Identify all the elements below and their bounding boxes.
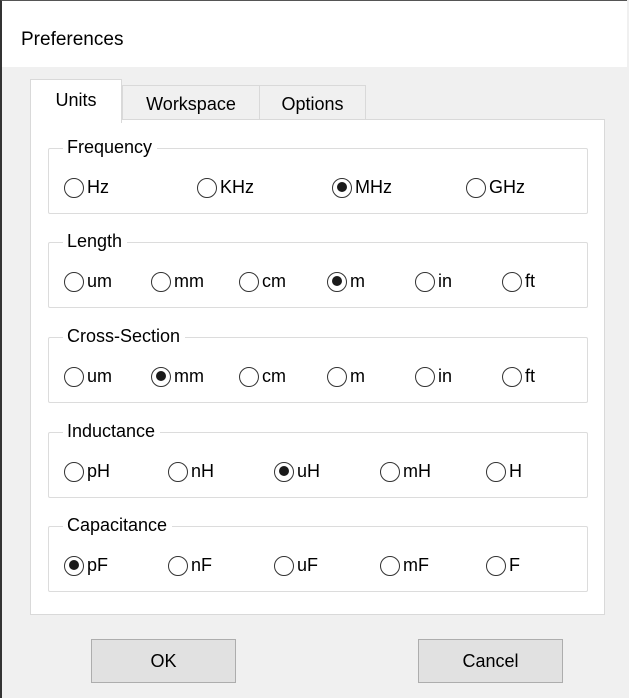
frequency-group-label: Frequency [63, 136, 158, 158]
capacitance-group: Capacitance pF nF uF mF F [48, 514, 588, 592]
cross-section-option-label: m [350, 366, 365, 386]
cross-section-radio-mm[interactable]: mm [151, 366, 204, 387]
frequency-radio-mhz[interactable]: MHz [332, 177, 392, 198]
radio-circle-icon [168, 555, 188, 576]
cross-section-option-label: ft [525, 366, 536, 386]
radio-circle-icon [380, 555, 400, 576]
radio-circle-icon [415, 271, 435, 292]
radio-checked-icon [64, 555, 84, 576]
radio-circle-icon [197, 177, 217, 198]
capacitance-option-label: uF [297, 555, 319, 575]
frequency-option-label: Hz [87, 177, 109, 197]
radio-circle-icon [466, 177, 486, 198]
cross-section-radio-in[interactable]: in [415, 366, 452, 387]
length-group-label: Length [63, 230, 128, 252]
cross-section-option-label: mm [174, 366, 204, 386]
window-title: Preferences [21, 29, 124, 50]
radio-circle-icon [64, 461, 84, 482]
inductance-group-label: Inductance [63, 420, 161, 442]
length-option-label: cm [262, 271, 286, 291]
cross-section-option-label: um [87, 366, 113, 386]
radio-circle-icon [415, 366, 435, 387]
ok-button[interactable]: OK [91, 639, 236, 683]
length-radio-m[interactable]: m [327, 271, 365, 292]
length-group: Length um mm cm m in ft [48, 230, 588, 308]
tab-units[interactable]: Units [30, 79, 122, 123]
inductance-radio-ph[interactable]: pH [64, 461, 110, 482]
radio-checked-icon [327, 271, 347, 292]
inductance-radio-mh[interactable]: mH [380, 461, 431, 482]
radio-circle-icon [502, 366, 522, 387]
cross-section-option-label: in [438, 366, 453, 386]
radio-circle-icon [380, 461, 400, 482]
capacitance-option-label: mF [403, 555, 429, 575]
units-tab-panel: Frequency Hz KHz MHz GHz Length um mm cm… [30, 119, 605, 615]
capacitance-radio-nf[interactable]: nF [168, 555, 212, 576]
radio-checked-icon [151, 366, 171, 387]
capacitance-option-label: F [509, 555, 520, 575]
inductance-radio-h[interactable]: H [486, 461, 522, 482]
radio-circle-icon [64, 366, 84, 387]
title-bar: Preferences [2, 1, 627, 67]
capacitance-group-label: Capacitance [63, 514, 173, 536]
frequency-option-label: GHz [489, 177, 525, 197]
cancel-button[interactable]: Cancel [418, 639, 563, 683]
preferences-dialog: Preferences Units Workspace Options Freq… [0, 0, 627, 698]
length-radio-cm[interactable]: cm [239, 271, 286, 292]
radio-checked-icon [274, 461, 294, 482]
inductance-option-label: pH [87, 461, 111, 481]
frequency-radio-khz[interactable]: KHz [197, 177, 254, 198]
radio-circle-icon [486, 461, 506, 482]
cross-section-radio-um[interactable]: um [64, 366, 112, 387]
length-radio-in[interactable]: in [415, 271, 452, 292]
capacitance-radio-mf[interactable]: mF [380, 555, 429, 576]
length-option-label: mm [174, 271, 204, 291]
inductance-option-label: H [509, 461, 522, 481]
cross-section-group: Cross-Section um mm cm m in ft [48, 325, 588, 403]
tab-workspace[interactable]: Workspace [122, 85, 260, 121]
radio-circle-icon [486, 555, 506, 576]
cross-section-radio-cm[interactable]: cm [239, 366, 286, 387]
capacitance-option-label: nF [191, 555, 213, 575]
inductance-radio-uh[interactable]: uH [274, 461, 320, 482]
radio-circle-icon [168, 461, 188, 482]
length-option-label: m [350, 271, 365, 291]
frequency-option-label: MHz [355, 177, 392, 197]
inductance-option-label: uH [297, 461, 321, 481]
radio-circle-icon [327, 366, 347, 387]
cross-section-radio-m[interactable]: m [327, 366, 365, 387]
inductance-option-label: mH [403, 461, 431, 481]
frequency-group: Frequency Hz KHz MHz GHz [48, 136, 588, 214]
radio-circle-icon [274, 555, 294, 576]
length-option-label: ft [525, 271, 536, 291]
tab-options[interactable]: Options [259, 85, 366, 121]
frequency-option-label: KHz [220, 177, 255, 197]
capacitance-radio-pf[interactable]: pF [64, 555, 108, 576]
radio-circle-icon [239, 366, 259, 387]
radio-circle-icon [64, 177, 84, 198]
cross-section-option-label: cm [262, 366, 286, 386]
length-option-label: in [438, 271, 453, 291]
radio-circle-icon [502, 271, 522, 292]
capacitance-radio-uf[interactable]: uF [274, 555, 318, 576]
length-radio-ft[interactable]: ft [502, 271, 535, 292]
capacitance-option-label: pF [87, 555, 109, 575]
radio-checked-icon [332, 177, 352, 198]
capacitance-radio-f[interactable]: F [486, 555, 520, 576]
radio-circle-icon [239, 271, 259, 292]
radio-circle-icon [151, 271, 171, 292]
cross-section-group-label: Cross-Section [63, 325, 186, 347]
frequency-radio-ghz[interactable]: GHz [466, 177, 525, 198]
frequency-radio-hz[interactable]: Hz [64, 177, 109, 198]
length-radio-um[interactable]: um [64, 271, 112, 292]
cross-section-radio-ft[interactable]: ft [502, 366, 535, 387]
radio-circle-icon [64, 271, 84, 292]
inductance-group: Inductance pH nH uH mH H [48, 420, 588, 498]
length-option-label: um [87, 271, 113, 291]
length-radio-mm[interactable]: mm [151, 271, 204, 292]
inductance-option-label: nH [191, 461, 215, 481]
inductance-radio-nh[interactable]: nH [168, 461, 214, 482]
